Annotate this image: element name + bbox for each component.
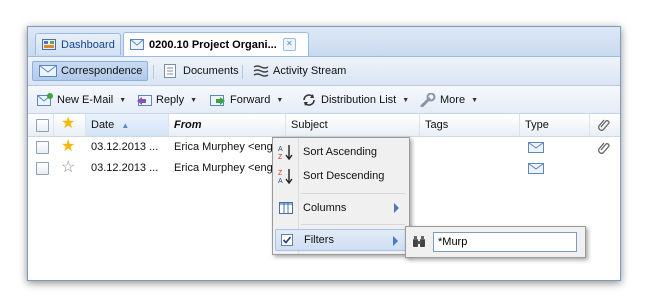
grid-header: ★ Date ▲ From Subject Tags Type [28, 114, 620, 137]
tab-project-organization[interactable]: 0200.10 Project Organi... ✕ [123, 32, 309, 56]
svg-text:A: A [278, 178, 283, 184]
submenu-arrow-icon [393, 236, 398, 246]
reply-icon [136, 93, 152, 107]
column-header-subject[interactable]: Subject [286, 114, 420, 136]
svg-text:Z: Z [278, 154, 283, 160]
reply-label: Reply [156, 94, 185, 106]
mail-icon [528, 142, 544, 156]
tab-dashboard-label: Dashboard [61, 38, 115, 51]
svg-text:Z: Z [278, 170, 283, 177]
menu-item-columns[interactable]: Columns [275, 197, 407, 219]
more-label: More [440, 94, 466, 106]
submenu-arrow-icon [394, 203, 399, 213]
star-column-header[interactable]: ★ [54, 114, 86, 136]
column-tags-label: Tags [425, 119, 449, 131]
tab-activity-stream[interactable]: Activity Stream [247, 61, 352, 81]
checkbox-checked-icon [279, 232, 295, 248]
sort-descending-label: Sort Descending [303, 170, 385, 182]
activity-icon [253, 64, 269, 78]
close-tab-icon[interactable]: ✕ [282, 38, 296, 51]
filter-submenu [405, 226, 586, 258]
forward-label: Forward [230, 94, 271, 106]
column-header-tags[interactable]: Tags [420, 114, 520, 136]
column-header-from[interactable]: From [169, 114, 286, 136]
document-tab-strip: Dashboard 0200.10 Project Organi... ✕ [28, 27, 620, 57]
dropdown-arrow-icon[interactable]: ▼ [471, 97, 478, 104]
row-from: Erica Murphey <eng [174, 141, 273, 153]
wrench-icon [420, 92, 436, 108]
row-checkbox[interactable] [36, 141, 49, 154]
filters-label: Filters [304, 234, 334, 246]
document-icon [163, 64, 179, 78]
star-outline-icon[interactable]: ☆ [61, 159, 75, 177]
tab-documents[interactable]: Documents [157, 61, 245, 81]
tab-activity-stream-label: Activity Stream [273, 65, 347, 77]
divider [242, 65, 243, 79]
paperclip-icon [598, 141, 610, 158]
dropdown-arrow-icon[interactable]: ▼ [119, 97, 126, 104]
sort-ascending-label: Sort Ascending [303, 146, 377, 158]
tab-project-organization-label: 0200.10 Project Organi... [149, 38, 277, 51]
menu-item-sort-ascending[interactable]: AZ Sort Ascending [275, 141, 407, 163]
distribution-list-label: Distribution List [321, 94, 397, 106]
mail-icon [130, 39, 144, 50]
divider [153, 65, 154, 79]
view-tab-strip: Correspondence Documents Activity Stream [28, 57, 620, 86]
distribution-list-button[interactable]: Distribution List ▼ [301, 91, 409, 109]
dropdown-arrow-icon[interactable]: ▼ [190, 97, 197, 104]
new-email-button[interactable]: New E-Mail ▼ [37, 91, 126, 109]
column-header-attachment[interactable] [590, 114, 620, 136]
row-from: Erica Murphey <eng [174, 162, 273, 174]
forward-button[interactable]: Forward ▼ [210, 91, 283, 109]
column-header-date[interactable]: Date ▲ [86, 114, 169, 136]
column-date-label: Date [91, 119, 115, 131]
tab-correspondence[interactable]: Correspondence [32, 61, 148, 81]
new-email-label: New E-Mail [57, 94, 114, 106]
sort-descending-icon: ZA [278, 168, 294, 185]
star-icon[interactable]: ★ [61, 138, 75, 156]
column-from-label: From [174, 119, 202, 131]
star-icon: ★ [61, 115, 76, 132]
binoculars-icon [412, 235, 426, 251]
reply-button[interactable]: Reply ▼ [136, 91, 197, 109]
filter-input[interactable] [433, 232, 577, 252]
new-email-icon [37, 93, 53, 107]
column-type-label: Type [525, 119, 549, 131]
more-button[interactable]: More ▼ [420, 91, 478, 109]
mail-icon [528, 163, 544, 177]
dropdown-arrow-icon[interactable]: ▼ [402, 97, 409, 104]
mail-icon [39, 65, 57, 77]
toolbar: New E-Mail ▼ Reply ▼ Forward ▼ Distribut… [28, 86, 620, 114]
columns-icon [278, 200, 294, 216]
select-all-checkbox[interactable] [36, 119, 49, 132]
refresh-cycle-icon [301, 93, 317, 107]
select-all-column[interactable] [28, 114, 54, 136]
svg-text:A: A [278, 146, 283, 153]
tab-documents-label: Documents [183, 65, 239, 77]
forward-icon [210, 93, 226, 107]
menu-separator [301, 224, 405, 225]
dropdown-arrow-icon[interactable]: ▼ [276, 97, 283, 104]
row-date: 03.12.2013 ... [91, 162, 159, 174]
sort-ascending-arrow-icon: ▲ [121, 121, 130, 130]
sort-ascending-icon: AZ [278, 144, 294, 161]
tab-dashboard[interactable]: Dashboard [35, 33, 121, 55]
column-context-menu: AZ Sort Ascending ZA Sort Descending Col… [272, 137, 410, 255]
column-header-type[interactable]: Type [520, 114, 590, 136]
row-date: 03.12.2013 ... [91, 141, 159, 153]
column-subject-label: Subject [291, 119, 328, 131]
columns-label: Columns [303, 202, 347, 214]
tab-correspondence-label: Correspondence [61, 65, 143, 77]
menu-separator [301, 193, 405, 194]
dashboard-icon [42, 39, 56, 50]
row-checkbox[interactable] [36, 162, 49, 175]
menu-item-sort-descending[interactable]: ZA Sort Descending [275, 165, 407, 187]
menu-item-filters[interactable]: Filters [275, 229, 407, 251]
